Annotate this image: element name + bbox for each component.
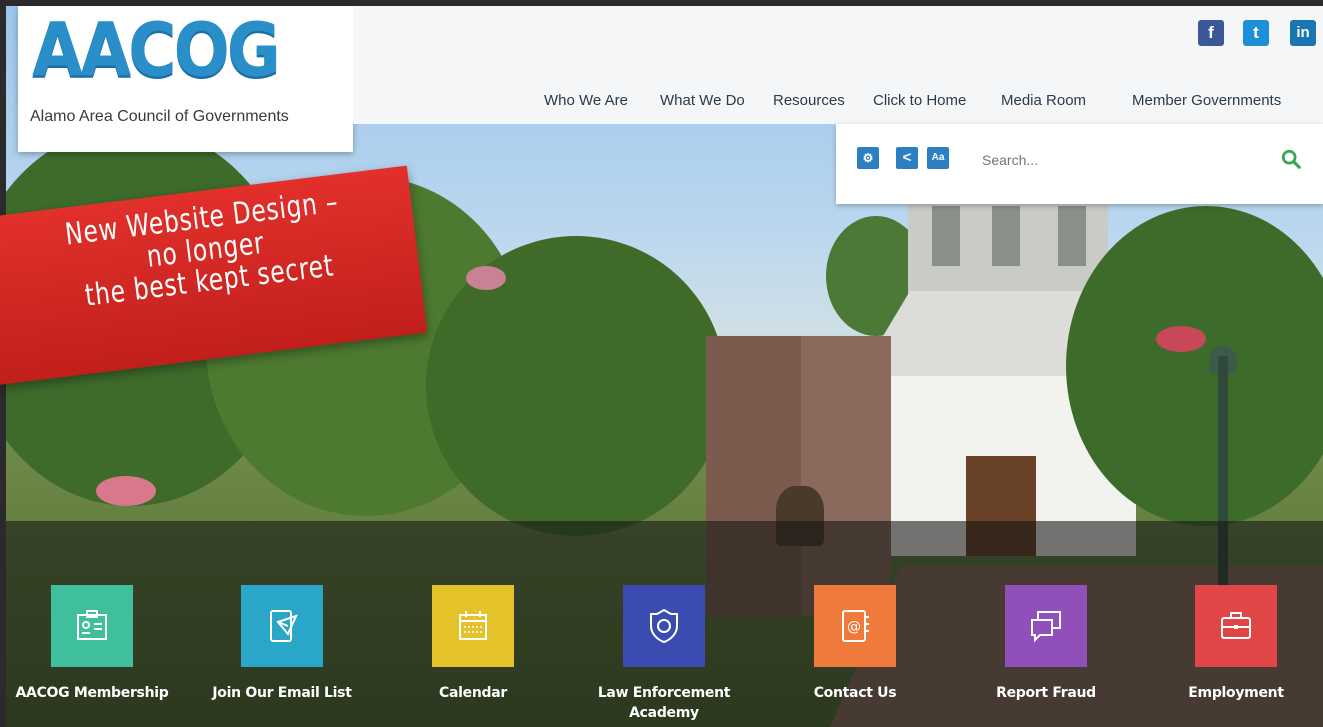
police-badge-icon — [650, 608, 678, 644]
nav-what-we-do[interactable]: What We Do — [660, 92, 745, 109]
flowers — [1156, 326, 1206, 352]
promo-banner-text: New Website Design – no longer the best … — [63, 184, 341, 314]
id-card-icon — [77, 610, 107, 640]
briefcase-icon — [1221, 612, 1251, 639]
nav-member-governments[interactable]: Member Governments — [1132, 92, 1281, 109]
law-enforcement-label[interactable]: Law Enforcement Academy — [569, 683, 759, 723]
membership-label[interactable]: AACOG Membership — [0, 683, 187, 703]
search-icon[interactable] — [1280, 148, 1302, 170]
nav-resources[interactable]: Resources — [773, 92, 845, 109]
logo-wordmark: AACOG — [32, 7, 281, 94]
calendar-label[interactable]: Calendar — [378, 683, 568, 703]
address-book-icon: @ — [842, 610, 869, 642]
logo[interactable]: AACOG Alamo Area Council of Governments — [18, 6, 353, 152]
email-list-tile[interactable] — [241, 585, 323, 667]
nav-media-room[interactable]: Media Room — [1001, 92, 1086, 109]
facebook-icon[interactable]: f — [1198, 20, 1224, 46]
twitter-icon[interactable]: t — [1243, 20, 1269, 46]
settings-icon[interactable]: ⚙ — [857, 147, 879, 169]
contact-us-label[interactable]: Contact Us — [760, 683, 950, 703]
linkedin-icon[interactable]: in — [1290, 20, 1316, 46]
report-fraud-tile[interactable] — [1005, 585, 1087, 667]
share-icon[interactable]: < — [896, 147, 918, 169]
contact-us-tile[interactable]: @ — [814, 585, 896, 667]
flowers — [96, 476, 156, 506]
logo-subtitle: Alamo Area Council of Governments — [30, 108, 289, 125]
email-list-label[interactable]: Join Our Email List — [187, 683, 377, 703]
top-navigation-bar: f t in Who We Are What We Do Resources C… — [353, 6, 1323, 124]
speech-bubbles-icon — [1031, 611, 1061, 643]
nav-click-to-home[interactable]: Click to Home — [873, 92, 966, 109]
svg-text:@: @ — [847, 619, 861, 635]
report-fraud-label[interactable]: Report Fraud — [951, 683, 1141, 703]
membership-tile[interactable] — [51, 585, 133, 667]
employment-label[interactable]: Employment — [1141, 683, 1323, 703]
flowers — [466, 266, 506, 290]
email-form-icon — [270, 610, 298, 642]
law-enforcement-tile[interactable] — [623, 585, 705, 667]
text-size-button[interactable]: Aa — [927, 147, 949, 169]
calendar-tile[interactable] — [432, 585, 514, 667]
tools-search-panel: ⚙ < Aa — [836, 124, 1323, 204]
employment-tile[interactable] — [1195, 585, 1277, 667]
calendar-icon — [459, 611, 487, 640]
nav-who-we-are[interactable]: Who We Are — [544, 92, 628, 109]
page-frame: AACOG Alamo Area Council of Governments … — [0, 0, 1323, 727]
search-input[interactable] — [982, 146, 1252, 174]
